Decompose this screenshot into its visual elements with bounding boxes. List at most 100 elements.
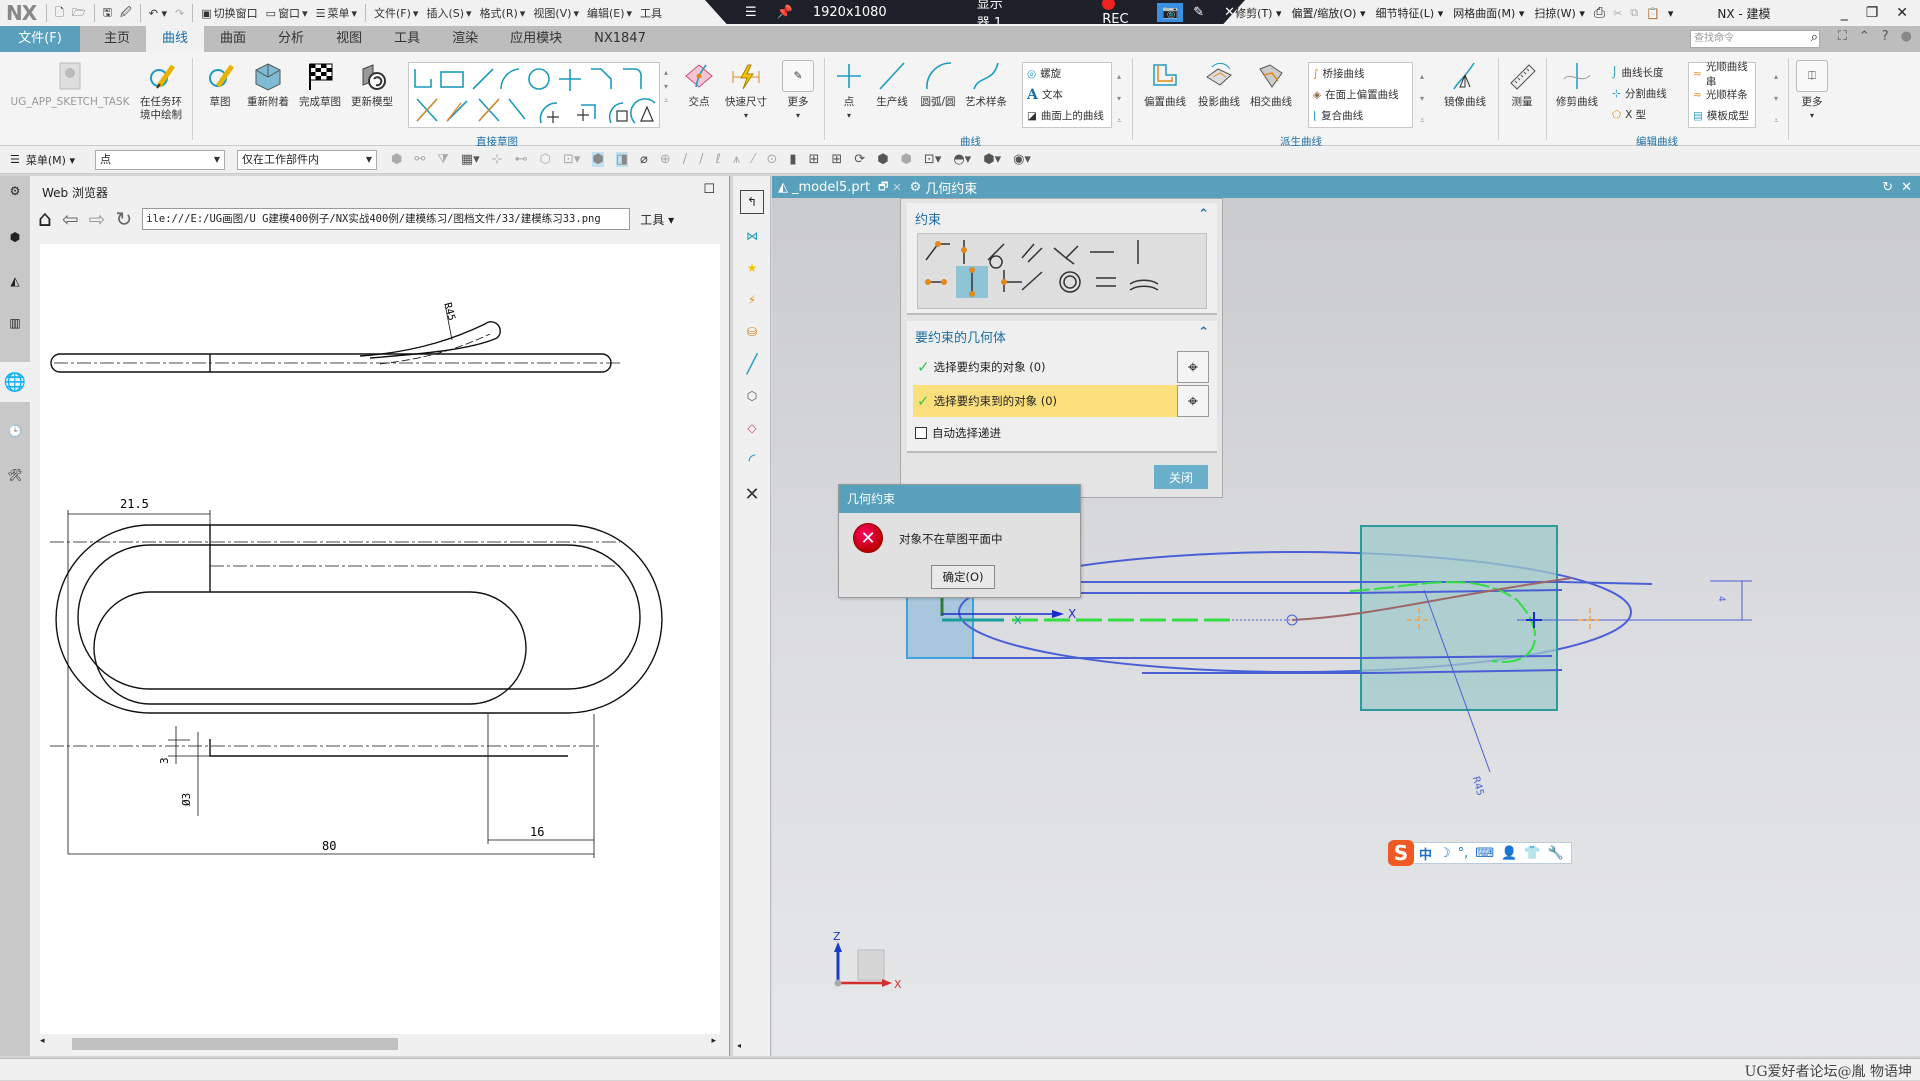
render-style-icon[interactable]: ⬢ <box>877 152 888 167</box>
trim-curve-button[interactable]: 修剪曲线 <box>1552 60 1602 109</box>
filter-icon-7[interactable]: ⬡ <box>540 152 551 167</box>
edge-display-icon[interactable]: ◓▾ <box>953 152 971 167</box>
studio-spline-button[interactable]: 艺术样条 <box>962 60 1010 109</box>
point-button[interactable]: 点 ▾ <box>834 60 864 122</box>
tab-view[interactable]: 视图 <box>320 26 378 52</box>
mirror-curve-button[interactable]: 镜像曲线 <box>1440 60 1490 109</box>
record-button[interactable]: REC <box>1092 0 1147 24</box>
smooth-string-item[interactable]: ≈ 光顺曲线串 <box>1689 61 1755 88</box>
sketch-constraints-icon[interactable]: ⋈ <box>740 224 764 248</box>
select-target-row[interactable]: ✓ 选择要约束到的对象 (0) <box>913 385 1177 417</box>
menu-edit[interactable]: 编辑(E) ▾ <box>587 5 632 21</box>
home-icon[interactable]: ⌂ <box>38 207 52 232</box>
forward-icon[interactable]: ⇨ <box>89 207 106 231</box>
bridge-curve-item[interactable]: ∫ 桥接曲线 <box>1309 63 1412 84</box>
filter-icon-8[interactable]: ⊡▾ <box>563 152 580 167</box>
constraint-vertical[interactable] <box>1122 236 1152 266</box>
pen-icon[interactable]: ✎ <box>1193 5 1204 20</box>
roles-tools-icon[interactable]: 🛠 <box>4 464 26 486</box>
minimize-button[interactable]: _ <box>1841 5 1848 21</box>
filter-icon-1[interactable]: ⬢ <box>391 152 402 167</box>
constraint-equal-radius[interactable] <box>1128 268 1158 298</box>
ime-settings-wrench-icon[interactable]: 🔧 <box>1547 846 1563 861</box>
arc-circle-button[interactable]: 圆弧/圆 <box>916 60 960 109</box>
composite-curve-item[interactable]: ⌊ 复合曲线 <box>1309 105 1412 126</box>
tab-curve[interactable]: 曲线 <box>146 26 205 52</box>
ime-punct-icon[interactable]: °, <box>1458 846 1469 861</box>
switch-window-button[interactable]: ▣ 切换窗口 <box>201 5 257 21</box>
filter-icon-3[interactable]: ⧩ <box>437 152 449 167</box>
snap-4[interactable]: ⩚ <box>733 152 740 167</box>
visibility-icon[interactable]: ◉▾ <box>1013 152 1031 167</box>
menu-format[interactable]: 格式(R) ▾ <box>480 5 526 21</box>
checkbox-box[interactable] <box>915 427 927 439</box>
menu-file[interactable]: 文件(F) ▾ <box>374 5 418 21</box>
curve-length-item[interactable]: ⌡ 曲线长度 <box>1608 62 1667 83</box>
constraint-concentric[interactable] <box>1054 268 1084 298</box>
curve-on-surface-item[interactable]: ◪ 曲面上的曲线 <box>1023 105 1111 126</box>
view-fit-icon[interactable]: ⊞ <box>808 152 819 167</box>
filter-icon-4[interactable]: ▦▾ <box>461 152 480 167</box>
maximize-panel-icon[interactable]: ☐ <box>703 182 715 197</box>
in-task-env-button[interactable]: 在任务环境中绘制 <box>136 60 186 122</box>
divide-curve-item[interactable]: ⊹ 分割曲线 <box>1608 83 1667 104</box>
render-style-2-icon[interactable]: ⬢ <box>901 152 912 167</box>
tab-surface[interactable]: 曲面 <box>204 26 262 52</box>
tab-home[interactable]: 主页 <box>88 26 146 52</box>
sketch-settings-icon[interactable]: ⛁ <box>740 320 764 344</box>
extrude-icon[interactable]: ⬡ <box>740 384 764 408</box>
close-window-button[interactable]: ✕ <box>1896 5 1908 21</box>
restore-button[interactable]: ❐ <box>1866 5 1879 21</box>
tab-render[interactable]: 渲染 <box>436 26 494 52</box>
constraint-vertical-align[interactable] <box>956 268 986 298</box>
ok-button[interactable]: 确定(O) <box>931 565 995 589</box>
offset-curve-button[interactable]: 偏置曲线 <box>1140 60 1190 109</box>
zoom-window-icon[interactable]: ⊡▾ <box>924 152 941 167</box>
collapse-geometry-icon[interactable]: ⌃ <box>1198 325 1209 340</box>
paste-icon[interactable]: 📋 <box>1646 7 1660 20</box>
constraint-parallel[interactable] <box>1016 236 1046 266</box>
ime-moon-icon[interactable]: ☽ <box>1439 846 1451 861</box>
type-filter-select[interactable]: 点 <box>94 149 225 170</box>
offset-in-face-item[interactable]: ◈ 在面上偏置曲线 <box>1309 84 1412 105</box>
curve-gallery-scroll[interactable]: ▴ ▾ ⩡ <box>1117 66 1122 132</box>
scroll-left-icon[interactable]: ◂ <box>40 1036 45 1046</box>
tab-analysis[interactable]: 分析 <box>262 26 320 52</box>
intersect-curve-button[interactable]: 相交曲线 <box>1246 60 1296 109</box>
more-edit-button[interactable]: ⎅ 更多 ▾ <box>1794 60 1830 122</box>
part-file-tab[interactable]: _model5.prt <box>792 180 870 195</box>
select-bodies-icon[interactable]: ⬢ <box>592 152 604 167</box>
save-icon[interactable]: 🖫 <box>103 4 112 23</box>
menu-mesh-surface[interactable]: 网格曲面(M) ▾ <box>1453 5 1524 21</box>
recorder-pin-icon[interactable]: 📌 <box>777 5 793 20</box>
cut-icon[interactable]: ✂ <box>1613 7 1622 20</box>
collapse-constraint-icon[interactable]: ⌃ <box>1198 207 1209 222</box>
new-file-icon[interactable]: 🗋 <box>55 4 64 23</box>
part-nav-icon[interactable]: ▮ <box>789 152 796 167</box>
url-input[interactable]: ile:///E:/UG画图/U G建模400例子/NX实战400例/建模练习/… <box>142 208 631 230</box>
constraint-perpendicular[interactable] <box>1050 236 1080 266</box>
copy-icon[interactable]: ⧉ <box>1630 6 1638 20</box>
reset-dialog-icon[interactable]: ↻ <box>1882 180 1893 195</box>
ime-user-icon[interactable]: 👤 <box>1501 846 1517 861</box>
gallery-scroll-icons[interactable]: ▴ ▾ ⩡ <box>664 66 669 108</box>
command-search-input[interactable]: 查找命令 <box>1690 30 1820 48</box>
filter-icon-2[interactable]: ⚯ <box>414 152 425 167</box>
customize-dropdown-icon[interactable]: ▾ <box>1668 7 1674 20</box>
snap-6[interactable]: ⊙ <box>766 152 777 167</box>
search-icon[interactable]: ⌕ <box>1811 30 1818 45</box>
menu-dropdown[interactable]: 菜单(M) ▾ <box>26 152 75 168</box>
reattach-button[interactable]: 重新附着 <box>244 60 292 109</box>
menu-icon[interactable]: ☰ <box>10 153 20 166</box>
snap-point-icon[interactable]: ⊕ <box>660 152 671 167</box>
helix-item[interactable]: ◎ 螺旋 <box>1023 63 1111 84</box>
rapid-dimension-button[interactable]: 快速尺寸 ▾ <box>722 60 770 122</box>
select-target-button[interactable]: ⌖ <box>1177 385 1209 417</box>
constraint-horizontal-align[interactable] <box>922 268 952 298</box>
select-object-row[interactable]: ✓ 选择要约束的对象 (0) <box>913 351 1177 383</box>
view-rotate-icon[interactable]: ⟳ <box>854 152 865 167</box>
part-navigator-icon[interactable]: ◭ <box>4 270 26 292</box>
constraint-equal-length[interactable] <box>1090 268 1120 298</box>
auto-dimension-icon[interactable]: ⚡ <box>740 288 764 312</box>
snap-3[interactable]: ℓ <box>716 152 721 167</box>
